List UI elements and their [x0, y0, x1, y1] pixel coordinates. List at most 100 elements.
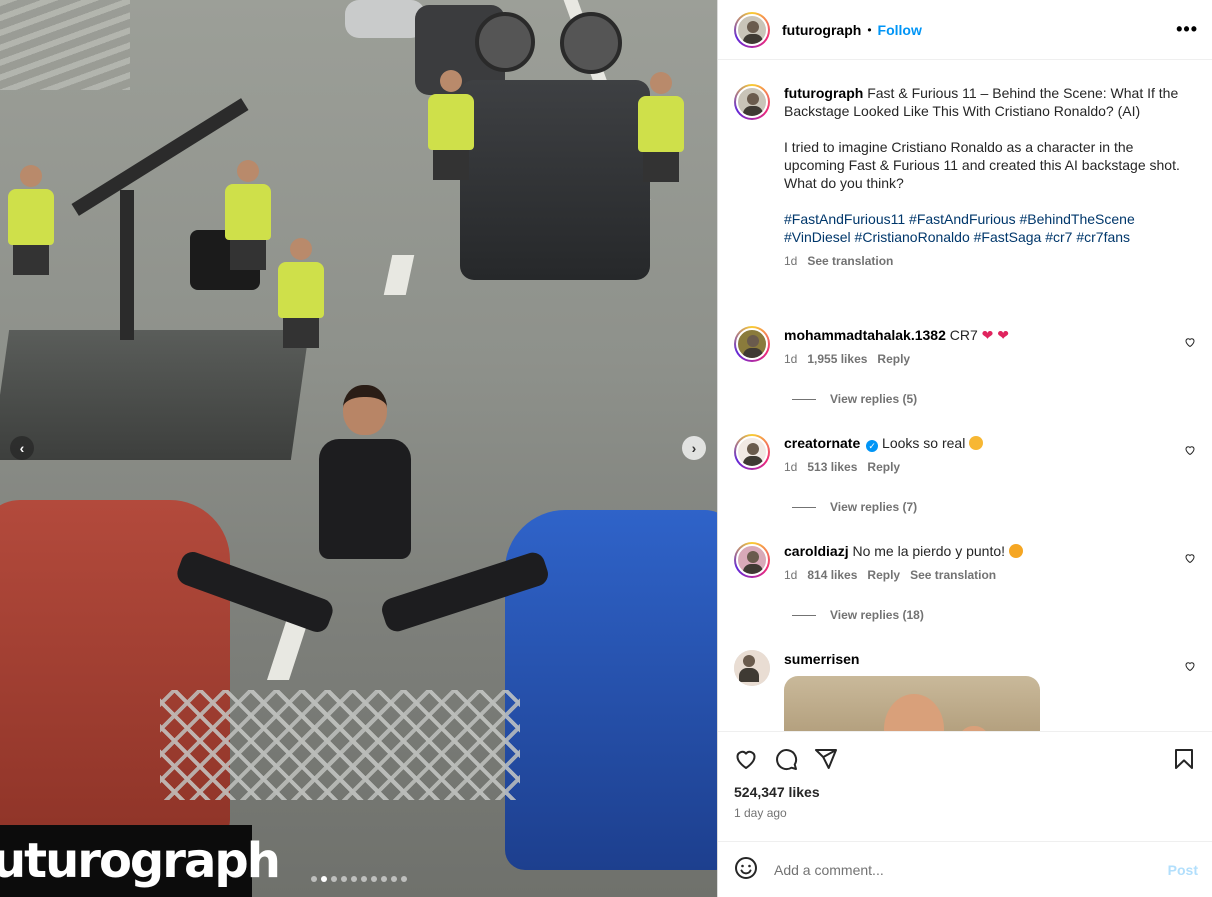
comment-item: sumerrisen — [734, 650, 1196, 731]
carousel-dot — [351, 876, 357, 882]
comment-avatar[interactable] — [734, 326, 770, 362]
comment-like-heart-icon[interactable] — [1184, 552, 1196, 564]
media-car-white — [345, 0, 425, 38]
caption-body: futurograph Fast & Furious 11 – Behind t… — [784, 84, 1196, 298]
media-crew-member — [428, 70, 474, 180]
post-media: ‹ › futurograph — [0, 0, 717, 897]
comment-avatar[interactable] — [734, 542, 770, 578]
view-replies-button[interactable]: View replies (18) — [792, 608, 1196, 622]
comment-likes[interactable]: 814 likes — [807, 568, 857, 582]
comment-time[interactable]: 1d — [784, 568, 797, 582]
comment-like-heart-icon[interactable] — [1184, 336, 1196, 348]
bookmark-icon[interactable] — [1172, 747, 1196, 771]
media-crane-post — [120, 190, 134, 340]
post-side-panel: futurograph • Follow ••• futurograph Fas… — [717, 0, 1212, 897]
comments-scroll[interactable]: futurograph Fast & Furious 11 – Behind t… — [718, 60, 1212, 731]
comment-username[interactable]: sumerrisen — [784, 651, 859, 667]
more-icon[interactable]: ••• — [1176, 19, 1198, 40]
share-icon[interactable] — [814, 747, 838, 771]
comment-username[interactable]: caroldiazj — [784, 543, 849, 559]
watermark: futurograph — [0, 825, 281, 897]
view-replies-label: View replies (7) — [830, 500, 918, 514]
author-username[interactable]: futurograph — [782, 22, 861, 38]
caption-username[interactable]: futurograph — [784, 85, 863, 101]
heart-eyes-emoji — [1008, 544, 1023, 558]
posted-time[interactable]: 1 day ago — [734, 806, 1196, 820]
emoji-icon[interactable] — [734, 856, 758, 883]
media-truck-bed — [0, 330, 310, 460]
post-comment-button[interactable]: Post — [1168, 862, 1198, 878]
comment-item: creatornate ✓ Looks so real 1d 513 likes… — [734, 434, 1196, 474]
comment-username[interactable]: creatornate — [784, 435, 860, 451]
comment-avatar[interactable] — [734, 650, 770, 686]
comment-see-translation[interactable]: See translation — [910, 568, 996, 582]
media-rig-frame — [160, 690, 520, 800]
media-crew-member — [638, 72, 684, 182]
media-camera-car — [460, 80, 650, 280]
media-crew-member — [225, 160, 271, 270]
caption-hashtags[interactable]: #FastAndFurious11 #FastAndFurious #Behin… — [784, 210, 1196, 246]
comment-gif[interactable] — [784, 676, 1040, 731]
view-replies-button[interactable]: View replies (7) — [792, 500, 1196, 514]
media-crew-member — [278, 238, 324, 348]
comment-text: CR7 — [949, 327, 982, 343]
comment-reply-button[interactable]: Reply — [867, 460, 900, 474]
add-comment-bar: Add a comment... Post — [718, 841, 1212, 897]
media-lane-marking — [383, 255, 415, 295]
carousel-dot — [321, 876, 327, 882]
media-person — [300, 385, 430, 635]
media-fan — [560, 12, 622, 74]
comment-like-heart-icon[interactable] — [1184, 660, 1196, 672]
media-crew-member — [8, 165, 54, 275]
media-fan — [475, 12, 535, 72]
comment-text: No me la pierdo y punto! — [852, 543, 1006, 559]
comment-reply-button[interactable]: Reply — [877, 352, 910, 366]
media-crane-arm — [71, 98, 249, 216]
comment-item: caroldiazj No me la pierdo y punto! 1d 8… — [734, 542, 1196, 582]
carousel-prev-button[interactable]: ‹ — [10, 436, 34, 460]
comment-reply-button[interactable]: Reply — [867, 568, 900, 582]
shocked-face-emoji — [969, 436, 984, 450]
likes-count[interactable]: 524,347 likes — [734, 784, 1196, 800]
follow-button[interactable]: Follow — [878, 22, 922, 38]
comment-username[interactable]: mohammadtahalak.1382 — [784, 327, 946, 343]
comment-icon[interactable] — [774, 747, 798, 771]
view-replies-label: View replies (18) — [830, 608, 924, 622]
caption-see-translation[interactable]: See translation — [807, 252, 893, 270]
add-comment-input[interactable]: Add a comment... — [774, 862, 1152, 878]
comment-time[interactable]: 1d — [784, 352, 797, 366]
carousel-dot — [391, 876, 397, 882]
chevron-right-icon: › — [691, 440, 697, 456]
post-dialog: ‹ › futurograph futurograph • Follow •••… — [0, 0, 1212, 897]
carousel-dot — [361, 876, 367, 882]
carousel-next-button[interactable]: › — [682, 436, 706, 460]
heart-emoji: ❤ ❤ — [981, 327, 1010, 343]
carousel-dot — [381, 876, 387, 882]
verified-icon: ✓ — [866, 440, 879, 452]
view-replies-label: View replies (5) — [830, 392, 918, 406]
chevron-left-icon: ‹ — [19, 440, 25, 456]
comment-likes[interactable]: 1,955 likes — [807, 352, 867, 366]
carousel-dot — [311, 876, 317, 882]
comment-like-heart-icon[interactable] — [1184, 444, 1196, 456]
comment-likes[interactable]: 513 likes — [807, 460, 857, 474]
header-separator: • — [867, 22, 872, 37]
caption: futurograph Fast & Furious 11 – Behind t… — [734, 84, 1196, 298]
comment-avatar[interactable] — [734, 434, 770, 470]
heart-icon[interactable] — [734, 747, 758, 771]
comment-item: mohammadtahalak.1382 CR7 ❤ ❤ 1d 1,955 li… — [734, 326, 1196, 366]
caption-time[interactable]: 1d — [784, 252, 797, 270]
author-avatar[interactable] — [734, 11, 770, 48]
carousel-dot — [371, 876, 377, 882]
caption-avatar[interactable] — [734, 84, 770, 120]
carousel-dot — [331, 876, 337, 882]
media-guardrail — [0, 0, 130, 90]
post-header: futurograph • Follow ••• — [718, 0, 1212, 60]
comment-text: Looks so real — [882, 435, 966, 451]
carousel-dot — [401, 876, 407, 882]
caption-text: I tried to imagine Cristiano Ronaldo as … — [784, 139, 1180, 191]
view-replies-button[interactable]: View replies (5) — [792, 392, 1196, 406]
carousel-dots — [311, 876, 407, 882]
comment-time[interactable]: 1d — [784, 460, 797, 474]
carousel-dot — [341, 876, 347, 882]
